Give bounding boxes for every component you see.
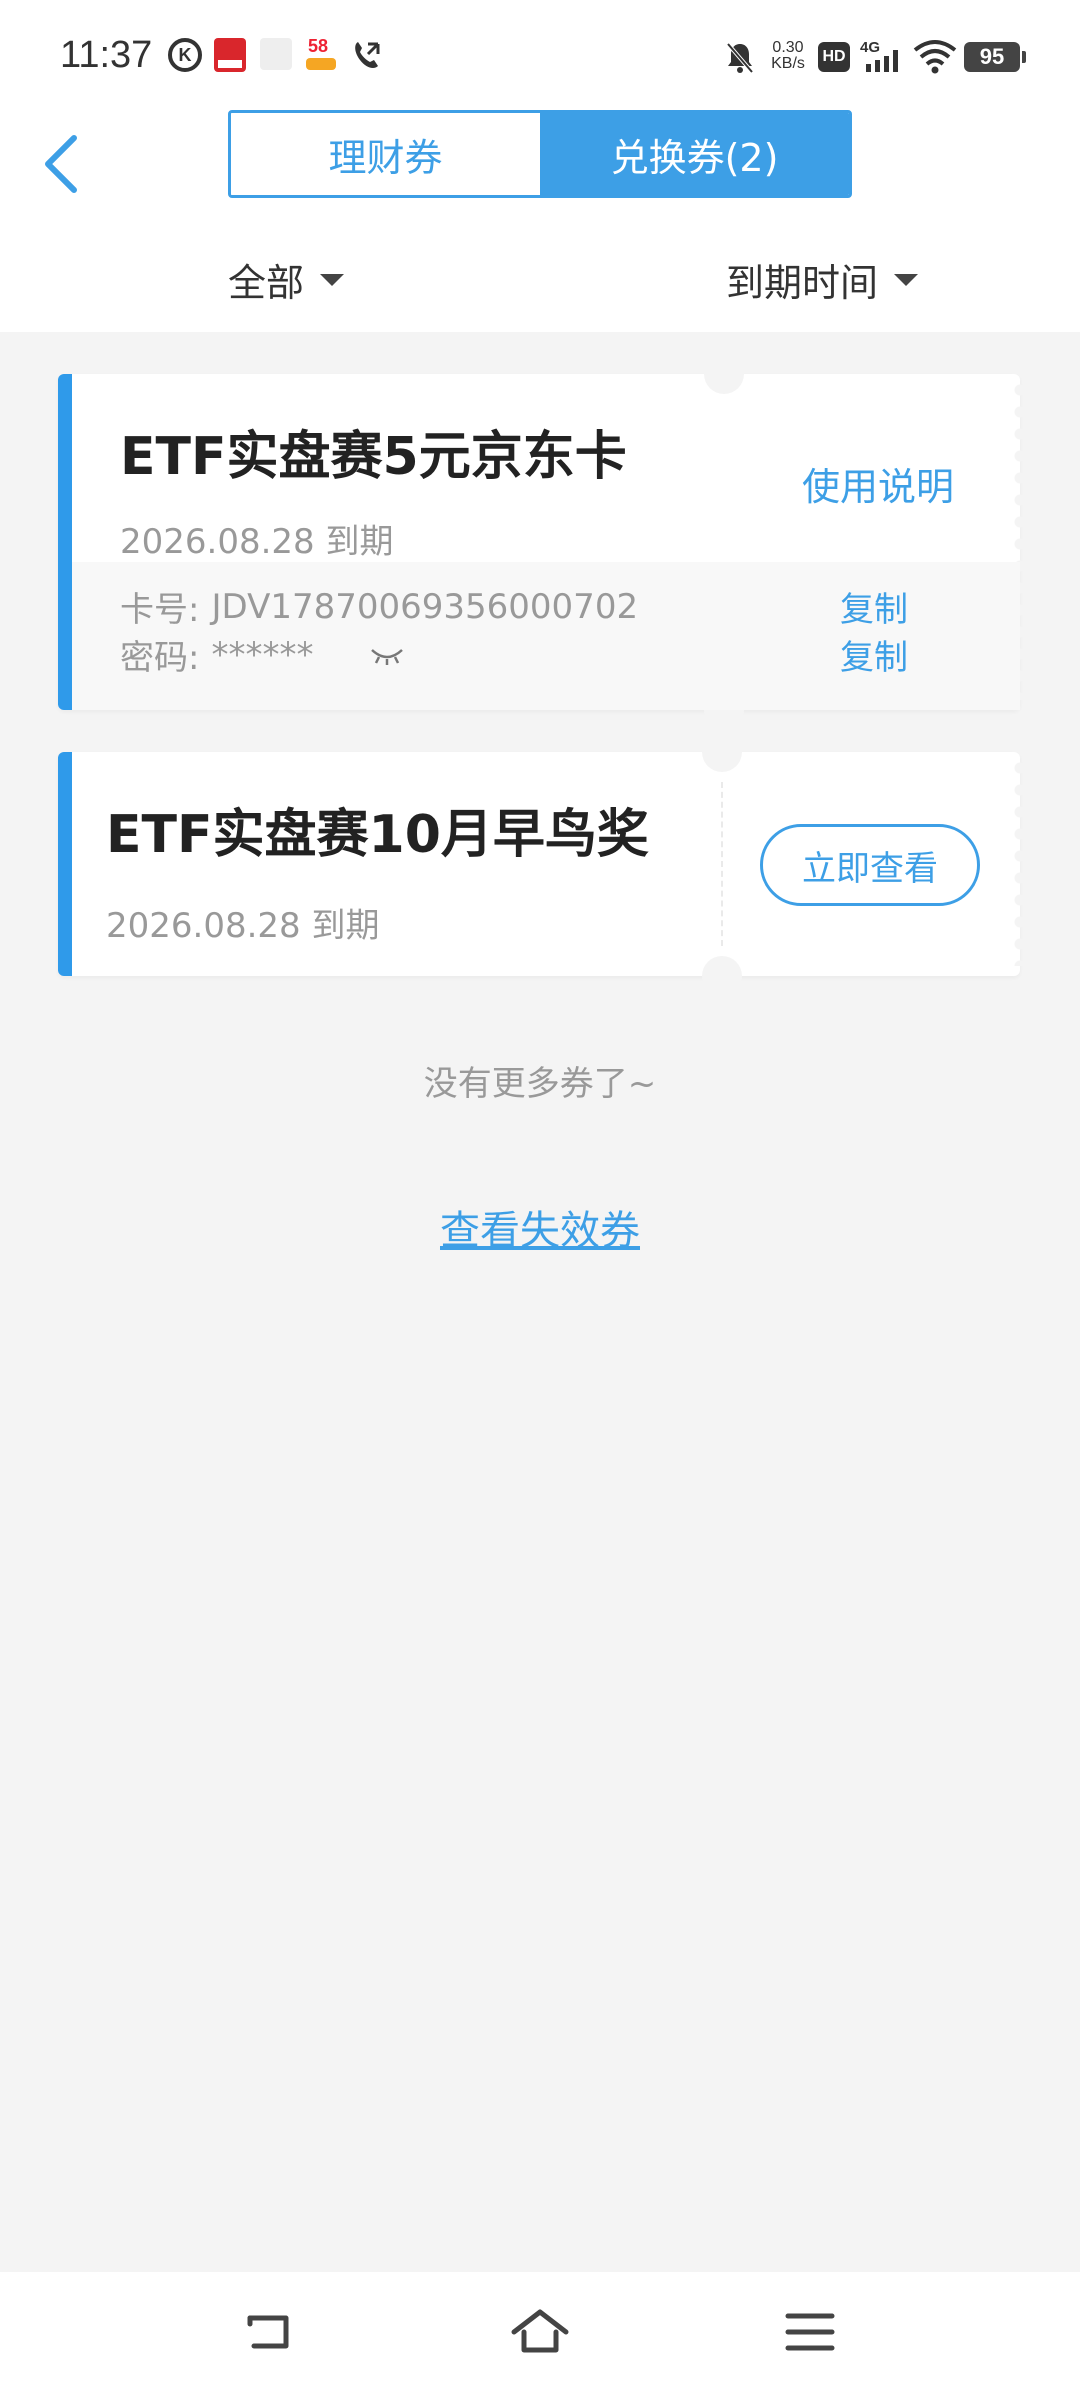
card-number-value: JDV17870069356000702 — [211, 586, 639, 627]
network-speed: 0.30 KB/s — [766, 40, 810, 72]
eye-closed-icon[interactable] — [369, 644, 405, 666]
coupon-card: ETF实盘赛10月早鸟奖 2026.08.28 到期 立即查看 — [58, 732, 1026, 996]
missed-call-icon — [350, 38, 384, 72]
hd-icon: HD — [818, 42, 850, 72]
signal-type-label: 4G — [860, 39, 880, 56]
caret-down-icon — [894, 273, 919, 286]
tab-exchange-coupons[interactable]: 兑换券(2) — [540, 113, 849, 195]
nav-home-button[interactable] — [510, 2302, 570, 2362]
58-app-icon: 58 — [304, 36, 338, 72]
network-speed-value: 0.30 — [772, 39, 804, 56]
coupon-title: ETF实盘赛10月早鸟奖 — [106, 805, 649, 865]
category-filter-label: 全部 — [228, 261, 305, 305]
home-icon — [511, 2309, 569, 2353]
password-row: 密码: ****** — [120, 630, 405, 679]
password-label: 密码: — [120, 638, 200, 678]
mute-bell-icon — [724, 40, 756, 74]
battery-icon: 95 — [964, 42, 1026, 72]
card-number-row: 卡号: JDV17870069356000702 — [120, 582, 638, 631]
coupon-card: ETF实盘赛5元京东卡 2026.08.28 到期 使用说明 卡号: JDV17… — [58, 354, 1026, 730]
no-more-coupons-text: 没有更多券了~ — [423, 1064, 657, 1104]
chevron-left-icon — [45, 135, 77, 193]
category-filter[interactable]: 全部 — [228, 252, 345, 307]
header: 理财券 兑换券(2) — [0, 110, 1080, 230]
tab-wealth-coupons[interactable]: 理财券 — [231, 113, 540, 195]
coupon-type-tabs: 理财券 兑换券(2) — [228, 110, 852, 198]
card-number-label: 卡号: — [120, 590, 200, 630]
back-arrow-icon — [247, 2315, 289, 2349]
copy-card-number-button[interactable]: 复制 — [840, 582, 908, 631]
k-app-icon: K — [168, 38, 202, 72]
system-nav-bar — [0, 2272, 1080, 2400]
coupon-notch — [702, 956, 742, 996]
coupon-divider — [721, 782, 723, 946]
menu-icon — [785, 2313, 835, 2351]
sort-filter[interactable]: 到期时间 — [726, 252, 919, 307]
coupon-accent-strip — [58, 752, 72, 976]
copy-password-button[interactable]: 复制 — [840, 630, 908, 679]
wifi-icon — [912, 38, 958, 74]
app-notification-icon — [214, 38, 246, 72]
cellular-signal-icon: 4G — [860, 38, 904, 74]
coupon-notch — [702, 732, 742, 772]
coupon-expiry: 2026.08.28 到期 — [106, 906, 380, 946]
view-now-button[interactable]: 立即查看 — [760, 824, 980, 906]
coupon-expiry: 2026.08.28 到期 — [120, 522, 394, 562]
nav-menu-button[interactable] — [780, 2302, 840, 2362]
password-value: ****** — [211, 634, 314, 675]
status-bar: 11:37 K 58 0.30 KB/s HD 4G 95 — [0, 0, 1080, 110]
coupon-credentials: 卡号: JDV17870069356000702 密码: ****** 复制 复… — [72, 562, 1020, 710]
nav-back-button[interactable] — [240, 2302, 300, 2362]
status-time: 11:37 — [60, 34, 153, 76]
back-button[interactable] — [36, 124, 96, 204]
network-speed-unit: KB/s — [771, 55, 805, 72]
filter-bar: 全部 到期时间 — [0, 230, 1080, 332]
sort-filter-label: 到期时间 — [726, 261, 879, 305]
coupon-notch — [704, 354, 744, 394]
coupon-title: ETF实盘赛5元京东卡 — [120, 427, 627, 487]
usage-instructions-link[interactable]: 使用说明 — [802, 456, 954, 511]
caret-down-icon — [320, 273, 345, 286]
view-expired-coupons-link[interactable]: 查看失效券 — [0, 1198, 1080, 1256]
coupon-perforation — [1014, 762, 1026, 966]
coupon-accent-strip — [58, 374, 72, 710]
blank-notification-icon — [260, 38, 292, 70]
